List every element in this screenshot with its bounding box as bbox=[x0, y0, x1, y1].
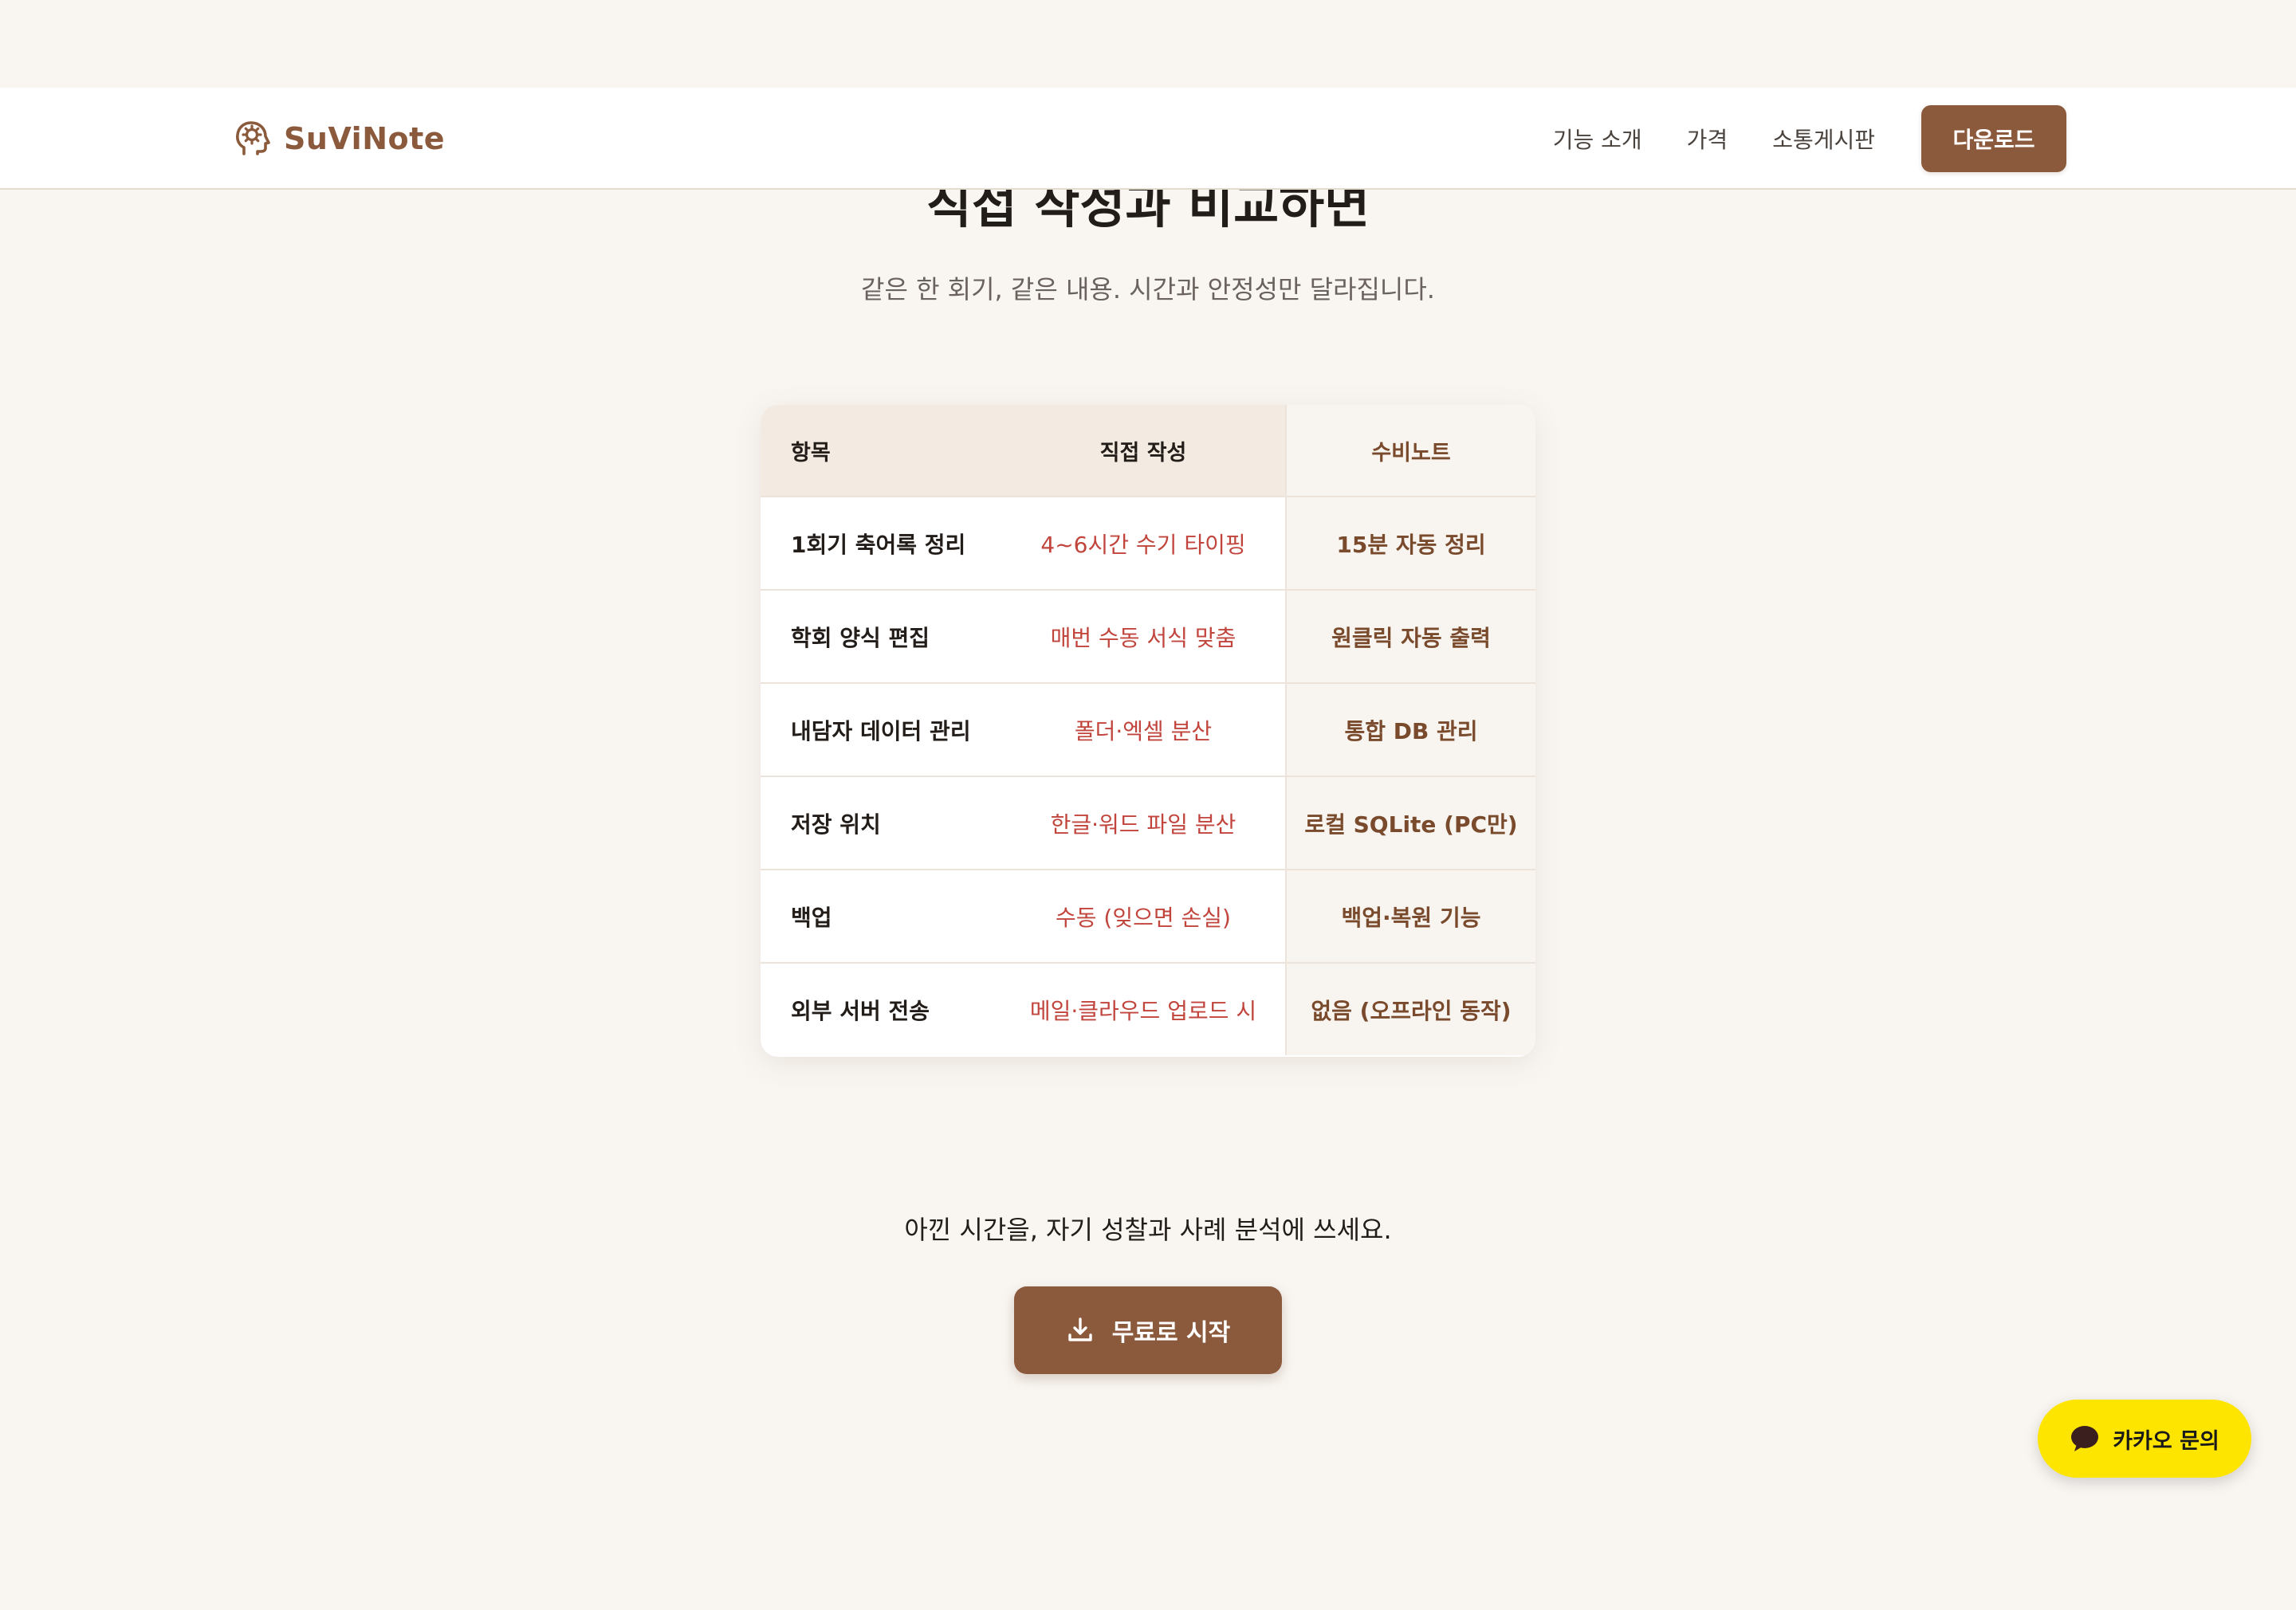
nav-link-community[interactable]: 소통게시판 bbox=[1772, 123, 1875, 155]
table-row: 외부 서버 전송 메일·클라우드 업로드 시 없음 (오프라인 동작) bbox=[761, 962, 1535, 1055]
download-button[interactable]: 다운로드 bbox=[1921, 105, 2066, 172]
row-item: 외부 서버 전송 bbox=[791, 997, 930, 1024]
row-item: 내담자 데이터 관리 bbox=[791, 717, 971, 744]
table-row: 학회 양식 편집 매번 수동 서식 맞춤 원클릭 자동 출력 bbox=[761, 589, 1535, 682]
row-item: 학회 양식 편집 bbox=[791, 624, 930, 651]
row-suvinote: 15분 자동 정리 bbox=[1285, 497, 1535, 589]
row-item: 1회기 축어록 정리 bbox=[791, 531, 966, 558]
row-manual: 폴더·엑셀 분산 bbox=[1074, 717, 1213, 744]
start-free-button[interactable]: 무료로 시작 bbox=[1014, 1286, 1282, 1374]
chat-bubble-icon bbox=[2071, 1426, 2099, 1451]
main-nav: 기능 소개 가격 소통게시판 다운로드 bbox=[1553, 105, 2066, 172]
nav-link-pricing[interactable]: 가격 bbox=[1687, 123, 1728, 155]
row-suvinote: 원클릭 자동 출력 bbox=[1285, 591, 1535, 682]
start-free-label: 무료로 시작 bbox=[1111, 1319, 1231, 1347]
brand-logo[interactable]: SuViNote bbox=[233, 118, 445, 159]
header-item: 항목 bbox=[761, 405, 1001, 496]
row-item: 저장 위치 bbox=[791, 811, 881, 838]
table-row: 1회기 축어록 정리 4~6시간 수기 타이핑 15분 자동 정리 bbox=[761, 496, 1535, 589]
row-manual: 4~6시간 수기 타이핑 bbox=[1040, 531, 1246, 558]
row-manual: 한글·워드 파일 분산 bbox=[1050, 811, 1236, 838]
row-suvinote: 통합 DB 관리 bbox=[1285, 684, 1535, 776]
row-manual: 수동 (잊으면 손실) bbox=[1056, 904, 1231, 931]
table-row: 저장 위치 한글·워드 파일 분산 로컬 SQLite (PC만) bbox=[761, 776, 1535, 869]
kakao-label: 카카오 문의 bbox=[2113, 1428, 2219, 1454]
row-item: 백업 bbox=[791, 904, 832, 931]
row-manual: 매번 수동 서식 맞춤 bbox=[1050, 624, 1236, 651]
download-icon bbox=[1068, 1317, 1092, 1341]
site-header: SuViNote 기능 소개 가격 소통게시판 다운로드 bbox=[0, 88, 2296, 190]
row-suvinote: 로컬 SQLite (PC만) bbox=[1285, 777, 1535, 869]
table-row: 백업 수동 (잊으면 손실) 백업·복원 기능 bbox=[761, 869, 1535, 962]
comparison-table: 항목 직접 작성 수비노트 1회기 축어록 정리 4~6시간 수기 타이핑 15… bbox=[761, 405, 1535, 1057]
kakao-inquiry-button[interactable]: 카카오 문의 bbox=[2038, 1400, 2251, 1478]
head-gear-icon bbox=[236, 121, 270, 155]
brand-name: SuViNote bbox=[284, 121, 446, 156]
cta-text: 아낀 시간을, 자기 성찰과 사례 분석에 쓰세요. bbox=[904, 1215, 1392, 1245]
table-row: 내담자 데이터 관리 폴더·엑셀 분산 통합 DB 관리 bbox=[761, 682, 1535, 776]
header-suvinote: 수비노트 bbox=[1285, 405, 1535, 496]
row-suvinote: 없음 (오프라인 동작) bbox=[1285, 964, 1535, 1055]
row-manual: 메일·클라우드 업로드 시 bbox=[1029, 997, 1257, 1024]
row-suvinote: 백업·복원 기능 bbox=[1285, 870, 1535, 962]
nav-link-features[interactable]: 기능 소개 bbox=[1553, 123, 1642, 155]
table-header-row: 항목 직접 작성 수비노트 bbox=[761, 405, 1535, 496]
section-subtitle: 같은 한 회기, 같은 내용. 시간과 안정성만 달라집니다. bbox=[861, 274, 1435, 304]
header-manual: 직접 작성 bbox=[1001, 405, 1285, 496]
